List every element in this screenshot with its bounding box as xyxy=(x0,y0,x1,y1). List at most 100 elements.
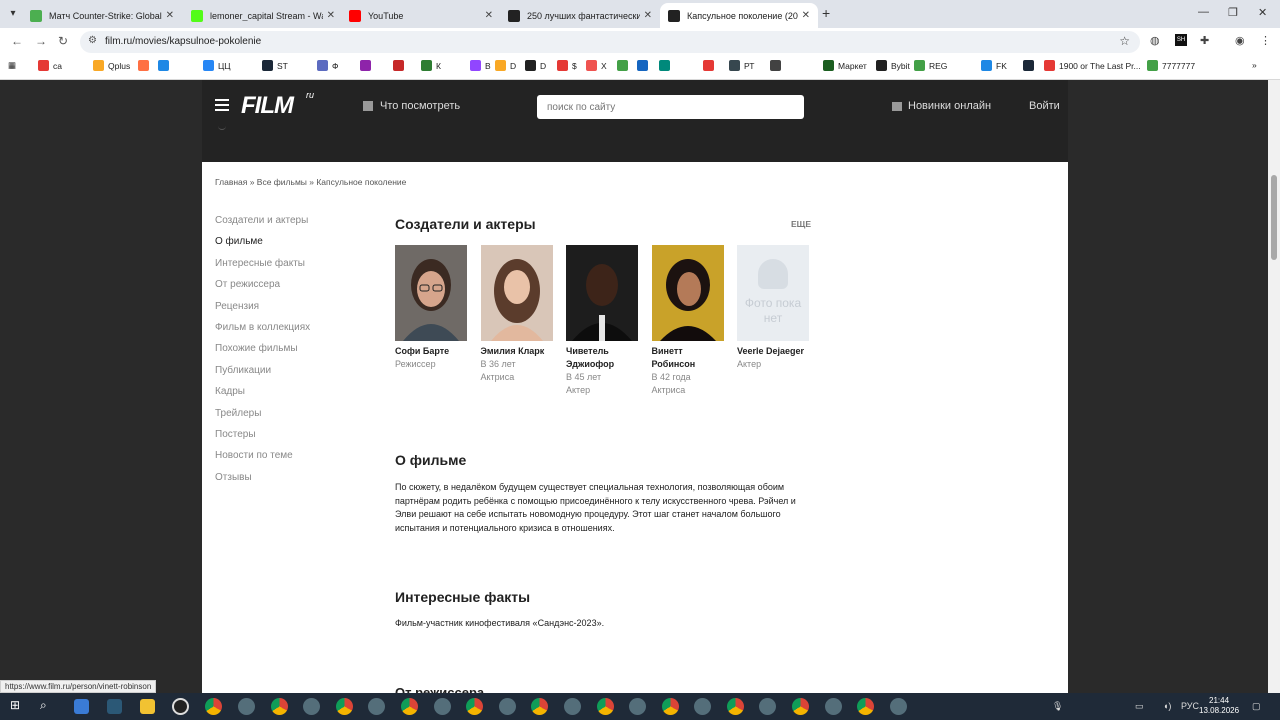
tab-search-icon[interactable]: ▾ xyxy=(4,5,22,23)
sidenav-item-active[interactable]: О фильме xyxy=(215,236,310,257)
browser-tab[interactable]: Матч Counter-Strike: Global Of ✕ xyxy=(22,3,182,28)
bookmark-item[interactable]: ЦЦ xyxy=(203,60,231,71)
start-icon[interactable]: ⊞ xyxy=(10,698,20,712)
reload-icon[interactable]: ↻ xyxy=(58,34,68,48)
chrome-icon[interactable] xyxy=(205,698,222,715)
bookmark-item[interactable]: Bybit xyxy=(876,60,910,71)
browser-tab-active[interactable]: Капсульное поколение (2023) ✕ xyxy=(660,3,818,28)
sidenav-item[interactable]: От режиссера xyxy=(215,279,310,300)
bookmark-item[interactable] xyxy=(360,60,375,71)
hamburger-menu-icon[interactable] xyxy=(215,99,229,111)
bookmark-item[interactable]: Qplus xyxy=(93,60,130,71)
no-photo-placeholder[interactable]: Фото пока нет xyxy=(737,245,809,341)
cast-more-link[interactable]: ЕЩЕ xyxy=(791,219,811,229)
address-bar[interactable]: ⚙ film.ru/movies/kapsulnoe-pokolenie ☆ xyxy=(80,31,1140,53)
lock-app-icon[interactable] xyxy=(564,698,581,715)
bookmark-item[interactable] xyxy=(617,60,632,71)
login-link[interactable]: Войти xyxy=(1029,100,1060,112)
browser-tab[interactable]: YouTube ✕ xyxy=(341,3,501,28)
more-bookmarks-icon[interactable]: » xyxy=(1252,60,1257,70)
person-name[interactable]: Эмилия Кларк xyxy=(481,345,553,358)
mic-icon[interactable]: 🎙 xyxy=(1052,701,1063,712)
lock-app-icon[interactable] xyxy=(629,698,646,715)
person-card[interactable]: Фото пока нет Veerle Dejaeger Актер xyxy=(737,245,809,397)
chrome-icon[interactable] xyxy=(857,698,874,715)
extensions-puzzle-icon[interactable]: ✚ xyxy=(1200,34,1209,47)
bookmark-item[interactable] xyxy=(770,60,785,71)
bookmark-item[interactable] xyxy=(1023,60,1038,71)
bookmark-item[interactable]: FK xyxy=(981,60,1007,71)
chrome-icon[interactable] xyxy=(792,698,809,715)
person-photo[interactable] xyxy=(566,245,638,341)
bookmark-item[interactable]: 1900 or The Last Pr... xyxy=(1044,60,1141,71)
app-icon[interactable] xyxy=(107,699,122,714)
chrome-icon[interactable] xyxy=(401,698,418,715)
person-photo[interactable] xyxy=(395,245,467,341)
bookmark-item[interactable]: К xyxy=(421,60,441,71)
sidenav-item[interactable]: Трейлеры xyxy=(215,408,310,429)
network-icon[interactable]: ▭ xyxy=(1135,701,1144,712)
sidenav-item[interactable]: Кадры xyxy=(215,386,310,407)
sidenav-item[interactable]: Рецензия xyxy=(215,301,310,322)
site-info-icon[interactable]: ⚙ xyxy=(88,35,97,46)
bookmark-item[interactable]: D xyxy=(495,60,516,71)
scrollbar-thumb[interactable] xyxy=(1271,175,1277,260)
bookmark-item[interactable]: Х xyxy=(586,60,607,71)
close-tab-icon[interactable]: ✕ xyxy=(485,10,493,21)
person-name[interactable]: Софи Барте xyxy=(395,345,467,358)
new-online-link[interactable]: Новинки онлайн xyxy=(892,100,991,112)
page-scrollbar[interactable] xyxy=(1268,80,1280,693)
lock-app-icon[interactable] xyxy=(434,698,451,715)
person-name[interactable]: Чиветель Эджиофор xyxy=(566,345,638,371)
chrome-icon[interactable] xyxy=(662,698,679,715)
bookmark-item[interactable]: Маркет xyxy=(823,60,867,71)
extension-icon[interactable]: SH xyxy=(1175,34,1187,46)
person-name[interactable]: Винетт Робинсон xyxy=(652,345,724,371)
volume-icon[interactable]: ◖) xyxy=(1163,701,1171,711)
apps-grid-icon[interactable]: ▦ xyxy=(8,60,16,71)
bookmark-item[interactable]: РТ xyxy=(729,60,754,71)
person-card[interactable]: Эмилия Кларк В 36 лет Актриса xyxy=(480,245,553,397)
language-indicator[interactable]: РУС xyxy=(1181,701,1199,711)
person-card[interactable]: Софи Барте Режиссер xyxy=(395,245,467,397)
profile-icon[interactable]: ◉ xyxy=(1235,34,1245,47)
lock-app-icon[interactable] xyxy=(368,698,385,715)
close-window-icon[interactable]: ✕ xyxy=(1258,6,1267,19)
what-to-watch-link[interactable]: Что посмотреть xyxy=(363,100,460,112)
sidenav-item[interactable]: Отзывы xyxy=(215,472,310,493)
person-card[interactable]: Винетт Робинсон В 42 года Актриса xyxy=(651,245,724,397)
bookmark-item[interactable] xyxy=(659,60,674,71)
bookmark-item[interactable] xyxy=(393,60,408,71)
sidenav-item[interactable]: Публикации xyxy=(215,365,310,386)
minimize-icon[interactable]: — xyxy=(1198,6,1209,18)
person-photo[interactable] xyxy=(480,245,553,341)
forward-icon[interactable]: → xyxy=(35,34,47,48)
lock-app-icon[interactable] xyxy=(238,698,255,715)
lock-app-icon[interactable] xyxy=(759,698,776,715)
sidenav-item[interactable]: Создатели и актеры xyxy=(215,215,310,236)
restore-icon[interactable]: ❐ xyxy=(1228,6,1238,19)
close-tab-icon[interactable]: ✕ xyxy=(327,10,335,21)
clock[interactable]: 21:44 13.08.2026 xyxy=(1199,696,1239,716)
person-photo[interactable] xyxy=(651,245,724,341)
bookmark-item[interactable]: 7777777 xyxy=(1147,60,1195,71)
sidenav-item[interactable]: Новости по теме xyxy=(215,450,310,471)
chrome-icon[interactable] xyxy=(531,698,548,715)
browser-tab[interactable]: 250 лучших фантастических ф ✕ xyxy=(500,3,660,28)
bookmark-item[interactable]: Ф xyxy=(317,60,338,71)
person-card[interactable]: Чиветель Эджиофор В 45 лет Актер xyxy=(566,245,638,397)
app-icon[interactable] xyxy=(172,698,189,715)
person-name[interactable]: Veerle Dejaeger xyxy=(737,345,809,358)
bookmark-item[interactable]: са xyxy=(38,60,62,71)
sidenav-item[interactable]: Интересные факты xyxy=(215,258,310,279)
close-tab-icon[interactable]: ✕ xyxy=(802,10,810,21)
lock-app-icon[interactable] xyxy=(825,698,842,715)
lock-app-icon[interactable] xyxy=(694,698,711,715)
calculator-icon[interactable] xyxy=(74,699,89,714)
sidenav-item[interactable]: Фильм в коллекциях xyxy=(215,322,310,343)
bookmark-item[interactable]: В xyxy=(470,60,491,71)
menu-dots-icon[interactable]: ⋮ xyxy=(1260,34,1271,47)
back-icon[interactable]: ← xyxy=(11,34,23,48)
sidenav-item[interactable]: Постеры xyxy=(215,429,310,450)
close-tab-icon[interactable]: ✕ xyxy=(644,10,652,21)
